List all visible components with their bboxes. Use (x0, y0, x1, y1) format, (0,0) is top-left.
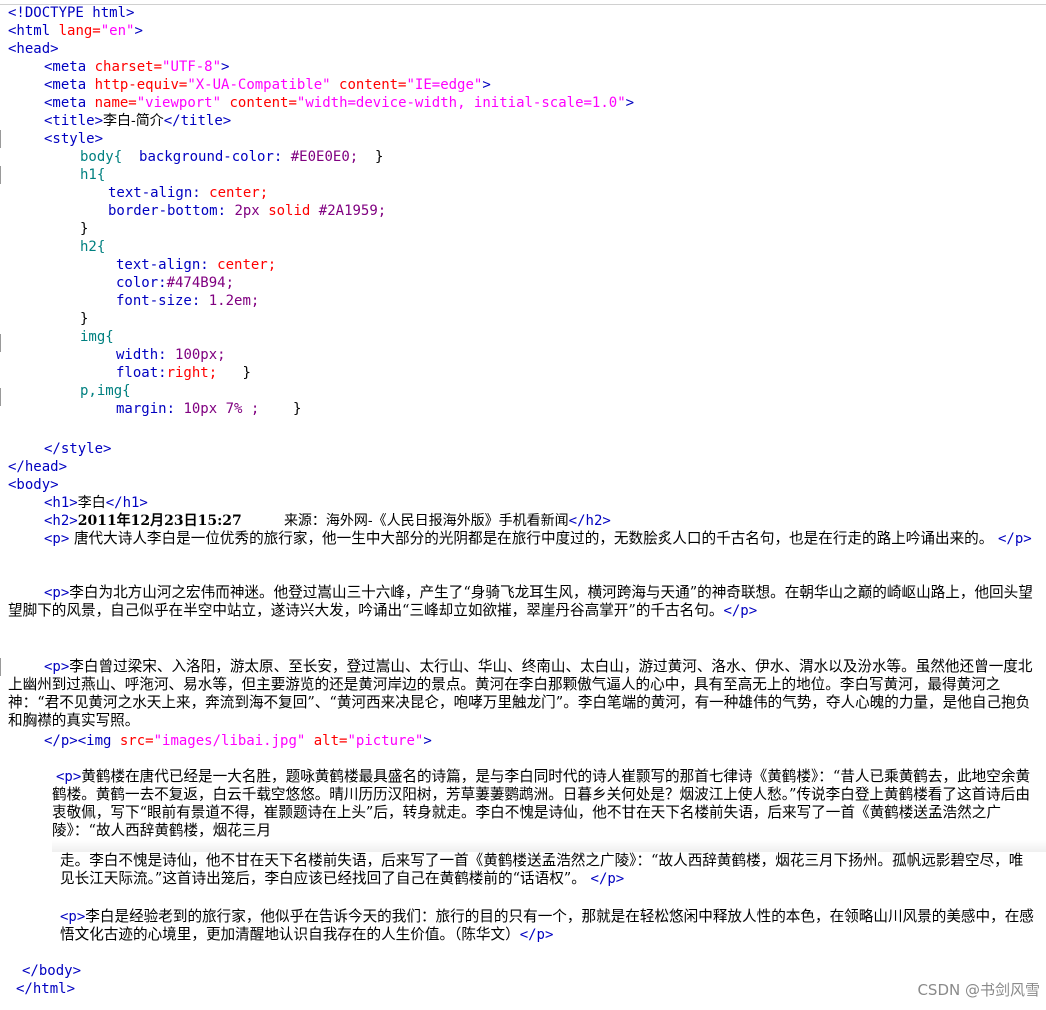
code-paragraph: <p>李白是经验老到的旅行家，他似乎在告诉今天的我们：旅行的目的只有一个，那就是… (60, 908, 1034, 943)
code-paragraph: <p> 唐代大诗人李白是一位优秀的旅行家，他一生中大部分的光阴都是在旅行中度过的… (44, 530, 1032, 547)
code-line: body{ background-color: #E0E0E0; } (80, 149, 384, 165)
code-line: text-align: center; (108, 185, 269, 201)
code-line: p,img{ (80, 383, 131, 399)
code-line: color:#474B94; (116, 275, 235, 291)
code-line: h2{ (80, 239, 106, 255)
render-artifact (52, 840, 1046, 852)
code-line: img{ (80, 329, 114, 345)
code-line: text-align: center; (116, 257, 277, 273)
code-line: } (80, 311, 89, 327)
code-line: <head> (8, 41, 59, 57)
change-marker (0, 388, 1, 406)
code-paragraph: <p>李白曾过梁宋、入洛阳，游太原、至长安，登过嵩山、太行山、华山、终南山、太白… (8, 658, 1033, 729)
code-line: </style> (44, 441, 112, 457)
code-line: <h2>2011年12月23日15:27 来源：海外网-《人民日报海外版》手机看… (44, 513, 611, 529)
code-line: <!DOCTYPE html> (8, 5, 135, 21)
code-paragraph: <p>李白为北方山河之宏伟而神迷。他登过嵩山三十六峰，产生了“身骑飞龙耳生风，横… (8, 584, 1033, 619)
change-marker (0, 658, 1, 676)
code-line: <title>李白-简介</title> (44, 113, 232, 129)
editor-top-border (0, 4, 1046, 5)
code-line: float:right; } (116, 365, 251, 381)
code-line: } (80, 221, 89, 237)
code-paragraph: 走。李白不愧是诗仙，他不甘在天下名楼前失语，后来写了一首《黄鹤楼送孟浩然之广陵》… (60, 852, 1024, 887)
code-line: </body> (22, 963, 82, 979)
code-line: <body> (8, 477, 59, 493)
code-line: <html lang="en"> (8, 23, 143, 39)
code-line: width: 100px; (116, 347, 226, 363)
change-marker (0, 130, 1, 148)
change-marker (0, 166, 1, 184)
code-paragraph: <p>黄鹤楼在唐代已经是一大名胜，题咏黄鹤楼最具盛名的诗篇，是与李白同时代的诗人… (52, 768, 1031, 839)
code-line: border-bottom: 2px solid #2A1959; (108, 203, 387, 219)
code-line: margin: 10px 7% ; } (116, 401, 302, 417)
code-line: </html> (16, 981, 76, 997)
code-line: h1{ (80, 167, 106, 183)
change-marker (0, 334, 1, 352)
code-line: <meta charset="UTF-8"> (44, 59, 230, 75)
code-line: </head> (8, 459, 68, 475)
code-line: font-size: 1.2em; (116, 293, 260, 309)
code-line: <meta name="viewport" content="width=dev… (44, 95, 635, 111)
code-line: <h1>李白</h1> (44, 495, 148, 511)
code-line: <style> (44, 131, 104, 147)
code-line: </p><img src="images/libai.jpg" alt="pic… (44, 733, 432, 749)
watermark: CSDN @书剑风雪 (917, 981, 1040, 999)
code-line: <meta http-equiv="X-UA-Compatible" conte… (44, 77, 491, 93)
